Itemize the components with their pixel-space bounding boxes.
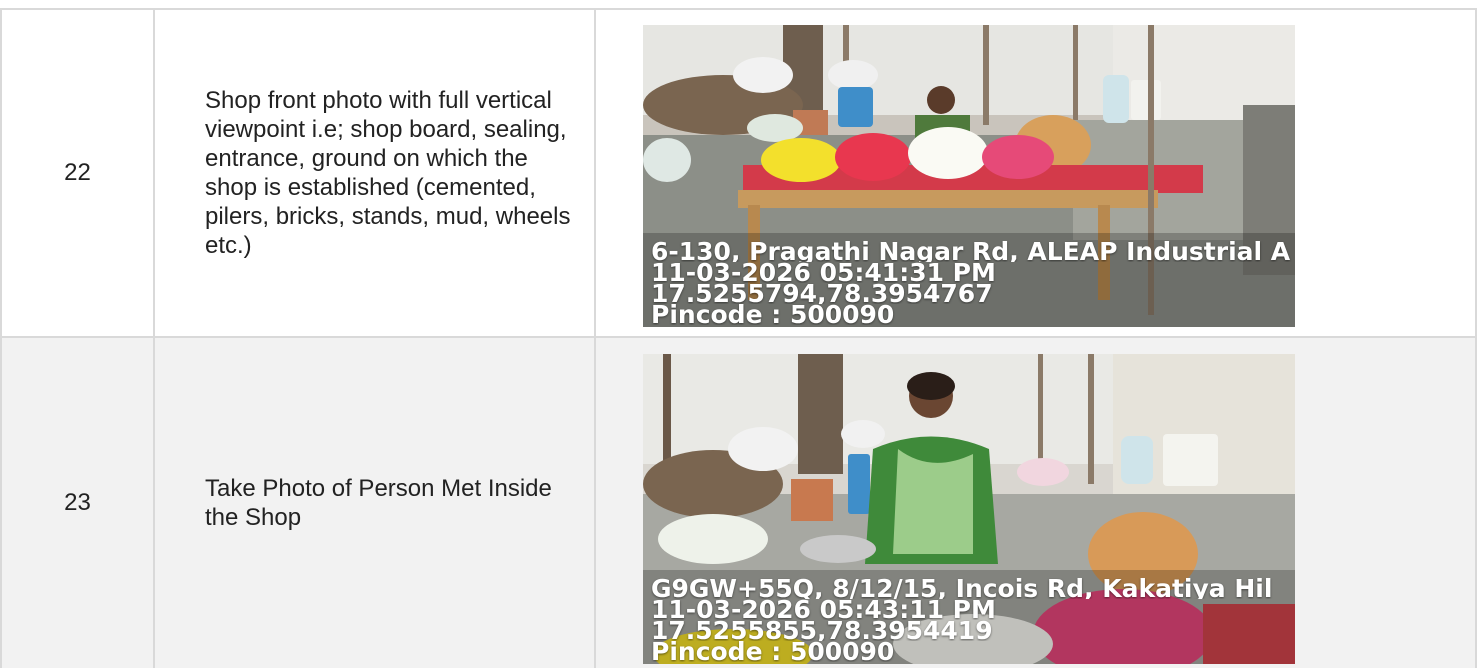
photo-datetime: 11-03-2026 05:41:31 PM [651, 262, 996, 283]
row-photo-cell: G9GW+55Q, 8/12/15, Incois Rd, Kakatiya H… [594, 338, 1477, 668]
table-row: 22 Shop front photo with full vertical v… [0, 10, 1477, 338]
photo-pincode: Pincode : 500090 [651, 304, 895, 325]
row-number-cell: 23 [0, 338, 153, 668]
photo-coordinates: 17.5255855,78.3954419 [651, 620, 993, 641]
row-description: Take Photo of Person Met Inside the Shop [205, 475, 552, 531]
photo-pincode: Pincode : 500090 [651, 641, 895, 662]
row-number-cell: 22 [0, 10, 153, 336]
photo-address: 6-130, Pragathi Nagar Rd, ALEAP Industri… [651, 241, 1291, 262]
row-number: 23 [64, 489, 91, 516]
photo-coordinates: 17.5255794,78.3954767 [651, 283, 993, 304]
photo-geotag-overlay: G9GW+55Q, 8/12/15, Incois Rd, Kakatiya H… [643, 570, 1295, 664]
row-number: 22 [64, 159, 91, 186]
row-description-cell: Shop front photo with full vertical view… [153, 10, 594, 336]
person-met-photo[interactable]: G9GW+55Q, 8/12/15, Incois Rd, Kakatiya H… [643, 354, 1295, 664]
row-photo-cell: 6-130, Pragathi Nagar Rd, ALEAP Industri… [594, 10, 1477, 336]
photo-geotag-overlay: 6-130, Pragathi Nagar Rd, ALEAP Industri… [643, 233, 1295, 327]
row-description-cell: Take Photo of Person Met Inside the Shop [153, 338, 594, 668]
shop-front-photo[interactable]: 6-130, Pragathi Nagar Rd, ALEAP Industri… [643, 25, 1295, 327]
row-description: Shop front photo with full vertical view… [205, 87, 571, 259]
table-row: 23 Take Photo of Person Met Inside the S… [0, 338, 1477, 668]
photo-address: G9GW+55Q, 8/12/15, Incois Rd, Kakatiya H… [651, 578, 1273, 599]
photo-datetime: 11-03-2026 05:43:11 PM [651, 599, 996, 620]
inspection-table: 22 Shop front photo with full vertical v… [0, 8, 1477, 668]
